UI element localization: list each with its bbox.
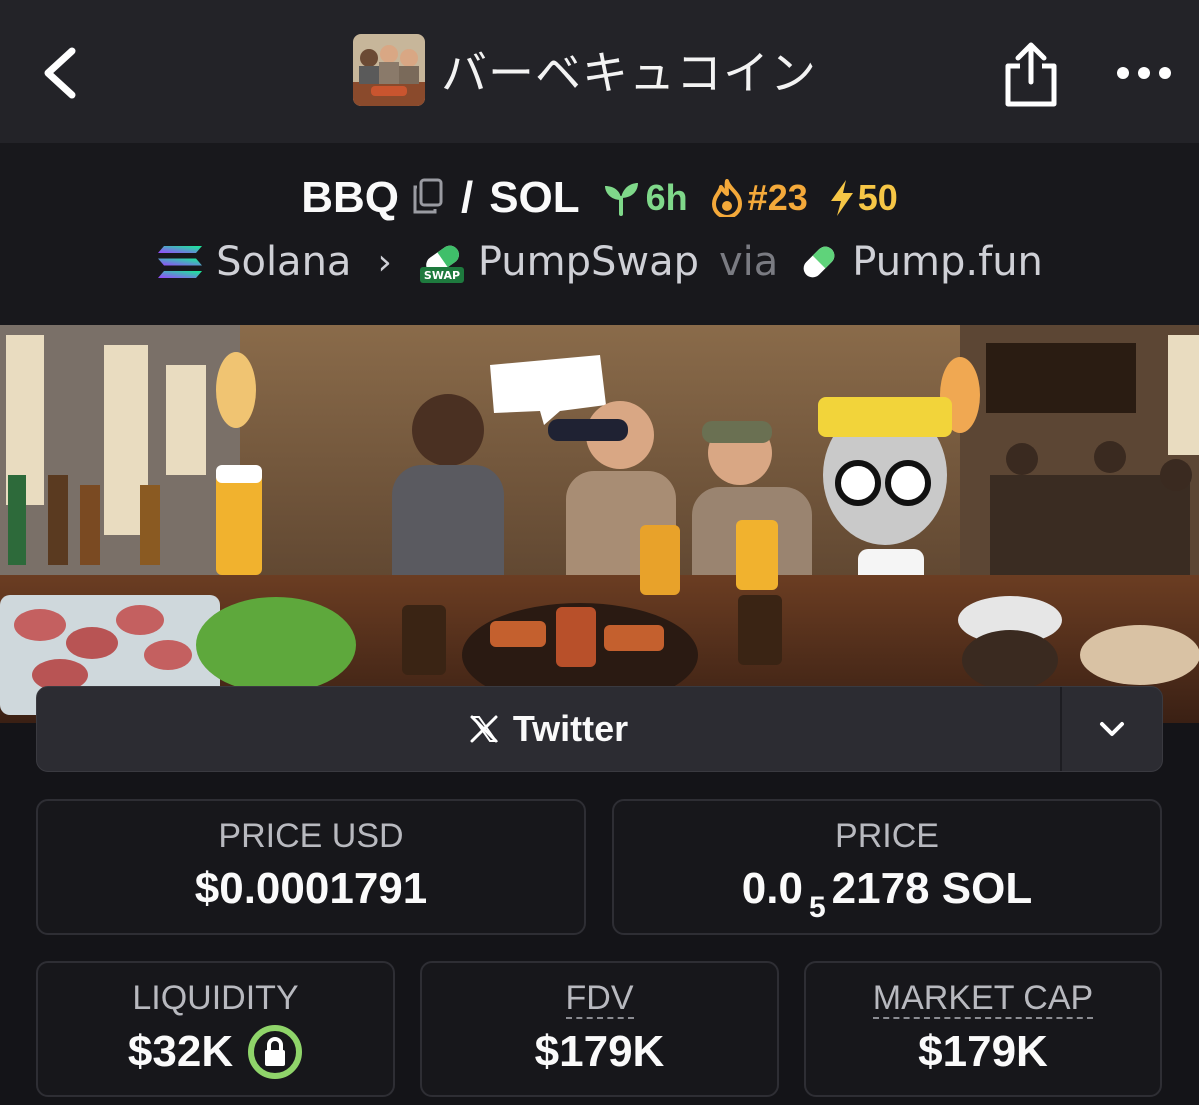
pair-row: BBQ / SOL 6h #23 50 [0, 173, 1199, 223]
fdv-card[interactable]: FDV $179K [420, 961, 779, 1097]
price-usd-label: PRICE USD [218, 817, 404, 855]
price-native-label: PRICE [835, 817, 939, 855]
twitter-link-button[interactable]: Twitter [37, 687, 1062, 771]
share-icon [1005, 42, 1057, 107]
via-text: via [718, 239, 779, 285]
share-button[interactable] [996, 36, 1066, 110]
price-native-card: PRICE 0.0 5 2178 SOL [612, 799, 1162, 935]
top-nav-bar: バーベキュコイン [0, 0, 1199, 143]
pair-separator: / [460, 173, 474, 222]
flame-icon [711, 179, 742, 217]
launchpad-link-pumpfun[interactable]: Pump.fun [852, 239, 1043, 285]
price-usd-card: PRICE USD $0.0001791 [36, 799, 586, 935]
token-banner-image [0, 325, 1199, 723]
pair-info-section: BBQ / SOL 6h #23 50 Solana › SWAP PumpSw… [0, 143, 1199, 325]
dex-link-pumpswap[interactable]: PumpSwap [478, 239, 699, 285]
boost-value: 50 [857, 177, 898, 218]
price-native-prefix: 0.0 [741, 864, 803, 913]
more-horizontal-icon [1117, 67, 1171, 79]
trending-rank-badge[interactable]: #23 [710, 177, 808, 219]
market-cap-label-wrap: MARKET CAP [806, 979, 1160, 1020]
pumpfun-pill-icon [803, 246, 835, 278]
chain-breadcrumb: Solana › SWAP PumpSwap via Pump.fun [0, 239, 1199, 285]
twitter-label: Twitter [512, 708, 629, 749]
socials-dropdown-button[interactable] [1062, 687, 1162, 771]
x-logo-icon [470, 715, 498, 743]
pair-age-badge: 6h [602, 177, 688, 219]
base-token-symbol: BBQ [301, 173, 399, 222]
copy-address-button[interactable] [411, 177, 445, 219]
token-title-group[interactable]: バーベキュコイン [353, 34, 817, 106]
pumpswap-logo-icon: SWAP [419, 245, 464, 283]
market-cap-label: MARKET CAP [872, 979, 1094, 1020]
chevron-right-icon: › [377, 241, 392, 283]
price-native-value: 0.0 5 2178 SOL [614, 864, 1160, 924]
token-name-title: バーベキュコイン [441, 46, 817, 100]
chevron-down-icon [1100, 722, 1124, 736]
lock-icon[interactable] [247, 1024, 303, 1080]
lightning-icon [830, 180, 853, 216]
fdv-value: $179K [534, 1027, 665, 1077]
price-native-zero-count: 5 [808, 891, 826, 924]
solana-logo-icon [158, 246, 203, 278]
market-cap-value: $179K [918, 1027, 1048, 1077]
copy-icon [413, 178, 443, 214]
liquidity-card: LIQUIDITY $32K [36, 961, 395, 1097]
svg-text:SWAP: SWAP [424, 269, 460, 282]
liquidity-value-row: $32K [38, 1024, 393, 1080]
quote-token-symbol: SOL [489, 173, 580, 222]
fdv-label: FDV [565, 979, 634, 1020]
fdv-label-wrap: FDV [422, 979, 777, 1020]
trending-rank-value: #23 [747, 177, 808, 218]
chevron-left-icon [44, 47, 76, 99]
seedling-icon [604, 183, 638, 216]
market-cap-card[interactable]: MARKET CAP $179K [804, 961, 1162, 1097]
pair-age-value: 6h [645, 177, 688, 218]
chain-link-solana[interactable]: Solana [216, 239, 351, 285]
boost-badge[interactable]: 50 [828, 177, 898, 219]
liquidity-value: $32K [127, 1027, 234, 1076]
price-native-suffix: 2178 SOL [831, 864, 1033, 913]
socials-bar: Twitter [36, 686, 1163, 772]
back-button[interactable] [30, 38, 90, 108]
more-options-button[interactable] [1110, 50, 1180, 96]
liquidity-label: LIQUIDITY [132, 979, 299, 1017]
token-avatar [353, 34, 425, 106]
price-usd-value: $0.0001791 [194, 864, 428, 913]
